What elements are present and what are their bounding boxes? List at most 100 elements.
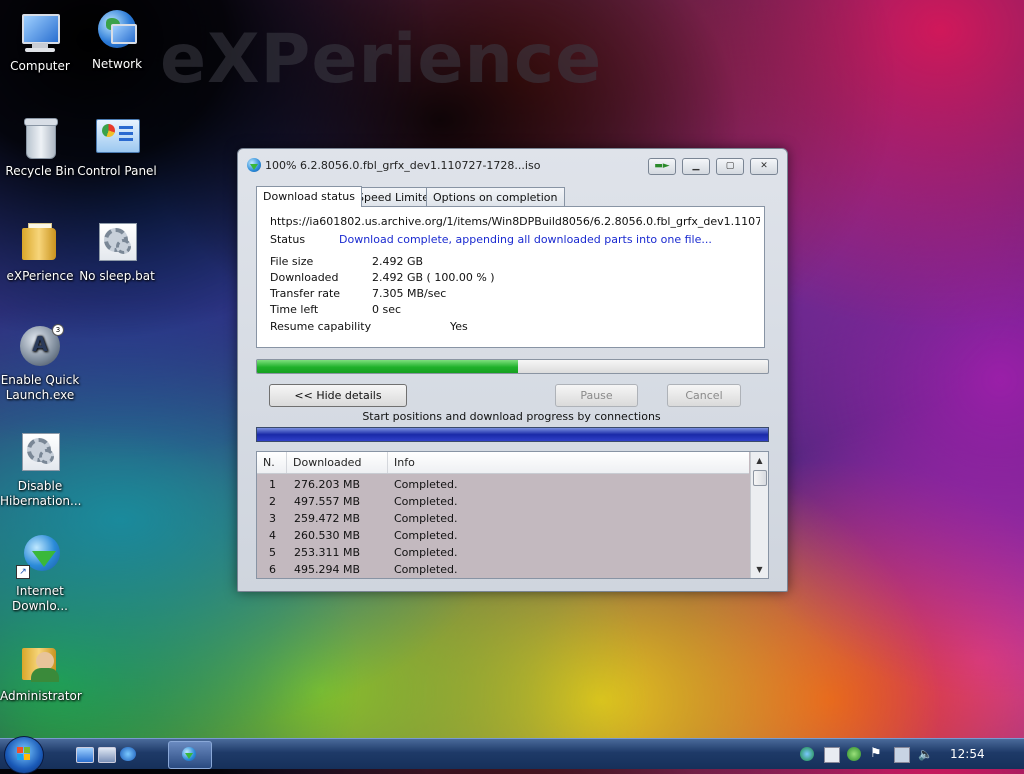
connection-number: 6 [269,563,276,576]
connection-info: Completed. [394,529,458,542]
table-row[interactable]: 6 495.294 MB Completed. [257,561,749,578]
table-row[interactable]: 5 253.311 MB Completed. [257,544,749,561]
quick-launch-app-icon: A3 [16,322,64,370]
switch-windows-icon[interactable] [98,747,116,763]
start-button[interactable] [4,736,44,774]
table-row[interactable]: 4 260.530 MB Completed. [257,527,749,544]
scrollbar-thumb[interactable] [753,470,767,486]
internet-explorer-icon[interactable] [120,747,136,761]
minimize-icon: ▁ [692,161,700,171]
pause-button[interactable]: Pause [555,384,638,407]
desktop-icon-disable-hibernation[interactable]: Disable Hibernation... [0,428,81,509]
maximize-icon: ▢ [725,161,735,171]
minimize-button[interactable]: ▁ [682,158,710,175]
column-header-n[interactable]: N. [257,452,287,473]
close-icon: ✕ [760,161,768,171]
time-left-label: Time left [270,303,319,316]
connection-number: 3 [269,512,276,525]
column-header-info[interactable]: Info [388,452,749,473]
network-icon [93,6,141,54]
wallpaper-watermark: eXPerience [160,20,603,99]
connection-info: Completed. [394,546,458,559]
table-row[interactable]: 2 497.557 MB Completed. [257,493,749,510]
resume-capability-value: Yes [450,320,468,333]
recycle-bin-icon [16,113,64,161]
connection-number: 2 [269,495,276,508]
desktop-icon-label: No sleep.bat [79,269,155,283]
file-size-label: File size [270,255,314,268]
desktop-icon-label: eXPerience [6,269,74,283]
close-button[interactable]: ✕ [750,158,778,175]
network-tray-icon[interactable] [894,747,910,763]
send-to-tray-button[interactable]: ▬► [648,158,676,175]
status-label: Status [270,233,306,246]
table-row[interactable]: 1 276.203 MB Completed. [257,476,749,493]
connection-info: Completed. [394,512,458,525]
connections-progress-bar [256,427,769,442]
scroll-down-arrow-icon[interactable]: ▼ [751,561,768,578]
download-progress-fill [257,360,518,373]
download-progress-window[interactable]: 100% 6.2.8056.0.fbl_grfx_dev1.110727-172… [237,148,788,592]
connection-downloaded: 495.294 MB [294,563,361,576]
desktop-icon-recycle-bin[interactable]: Recycle Bin [0,113,80,179]
desktop-icon-administrator[interactable]: Administrator [0,638,82,704]
scroll-up-arrow-icon[interactable]: ▲ [751,452,768,469]
connections-list-header: N. Downloaded Info [257,452,749,474]
downloaded-label: Downloaded [270,271,339,284]
taskbar-clock[interactable]: 12:54 [950,747,985,761]
connections-list-scrollbar[interactable]: ▲ ▼ [750,452,768,578]
connection-downloaded: 253.311 MB [294,546,361,559]
tray-arrow-icon: ▬► [654,161,670,171]
table-row[interactable]: 3 259.472 MB Completed. [257,510,749,527]
connection-downloaded: 497.557 MB [294,495,361,508]
downloaded-value: 2.492 GB ( 100.00 % ) [372,271,495,284]
connection-info: Completed. [394,478,458,491]
desktop-icon-no-sleep[interactable]: No sleep.bat [77,218,157,284]
desktop-icon-computer[interactable]: Computer [0,8,80,74]
time-left-value: 0 sec [372,303,402,316]
control-panel-icon [93,113,141,161]
user-folder-icon [16,638,64,686]
desktop-icon-label: Enable Quick Launch.exe [0,373,80,402]
transfer-rate-label: Transfer rate [270,287,341,300]
download-url: https://ia601802.us.archive.org/1/items/… [270,215,760,228]
connection-info: Completed. [394,563,458,576]
volume-muted-icon[interactable]: 🔈 [918,747,933,761]
file-size-value: 2.492 GB [372,255,424,268]
batch-file-gear-icon [93,218,141,266]
maximize-button[interactable]: ▢ [716,158,744,175]
folder-icon [16,218,64,266]
tab-options-on-completion[interactable]: Options on completion [426,187,565,207]
window-titlebar[interactable]: 100% 6.2.8056.0.fbl_grfx_dev1.110727-172… [238,149,787,179]
status-value: Download complete, appending all downloa… [339,233,712,246]
cancel-button[interactable]: Cancel [667,384,741,407]
tab-download-status[interactable]: Download status [256,186,362,207]
desktop-icon-internet-download-manager[interactable]: ↗ Internet Downlo... [0,533,80,614]
show-desktop-icon[interactable] [76,747,94,763]
download-progress-bar [256,359,769,374]
window-title: 100% 6.2.8056.0.fbl_grfx_dev1.110727-172… [265,159,541,172]
desktop-icon-network[interactable]: Network [77,6,157,72]
idm-taskbar-icon [182,747,196,761]
column-header-downloaded[interactable]: Downloaded [287,452,388,473]
idm-tray-icon[interactable] [800,747,814,761]
action-center-flag-icon[interactable]: ⚑ [870,747,884,761]
desktop-icon-control-panel[interactable]: Control Panel [77,113,157,179]
document-tray-icon[interactable] [824,747,840,763]
resume-capability-label: Resume capability [270,320,372,333]
desktop-icon-experience-folder[interactable]: eXPerience [0,218,80,284]
desktop-icon-label: Computer [10,59,70,73]
connection-downloaded: 260.530 MB [294,529,361,542]
connections-list[interactable]: N. Downloaded Info 1 276.203 MB Completed.… [256,451,769,579]
windows-logo-icon [17,747,31,761]
hide-details-button[interactable]: << Hide details [269,384,407,407]
desktop-icon-enable-quick-launch[interactable]: A3 Enable Quick Launch.exe [0,322,80,403]
connection-downloaded: 276.203 MB [294,478,361,491]
connection-number: 4 [269,529,276,542]
idm-icon: ↗ [16,533,64,581]
shortcut-arrow-icon: ↗ [16,565,30,579]
taskbar-item-idm[interactable] [168,741,212,769]
security-tray-icon[interactable] [847,747,861,761]
connection-number: 5 [269,546,276,559]
desktop-icon-label: Recycle Bin [5,164,75,178]
